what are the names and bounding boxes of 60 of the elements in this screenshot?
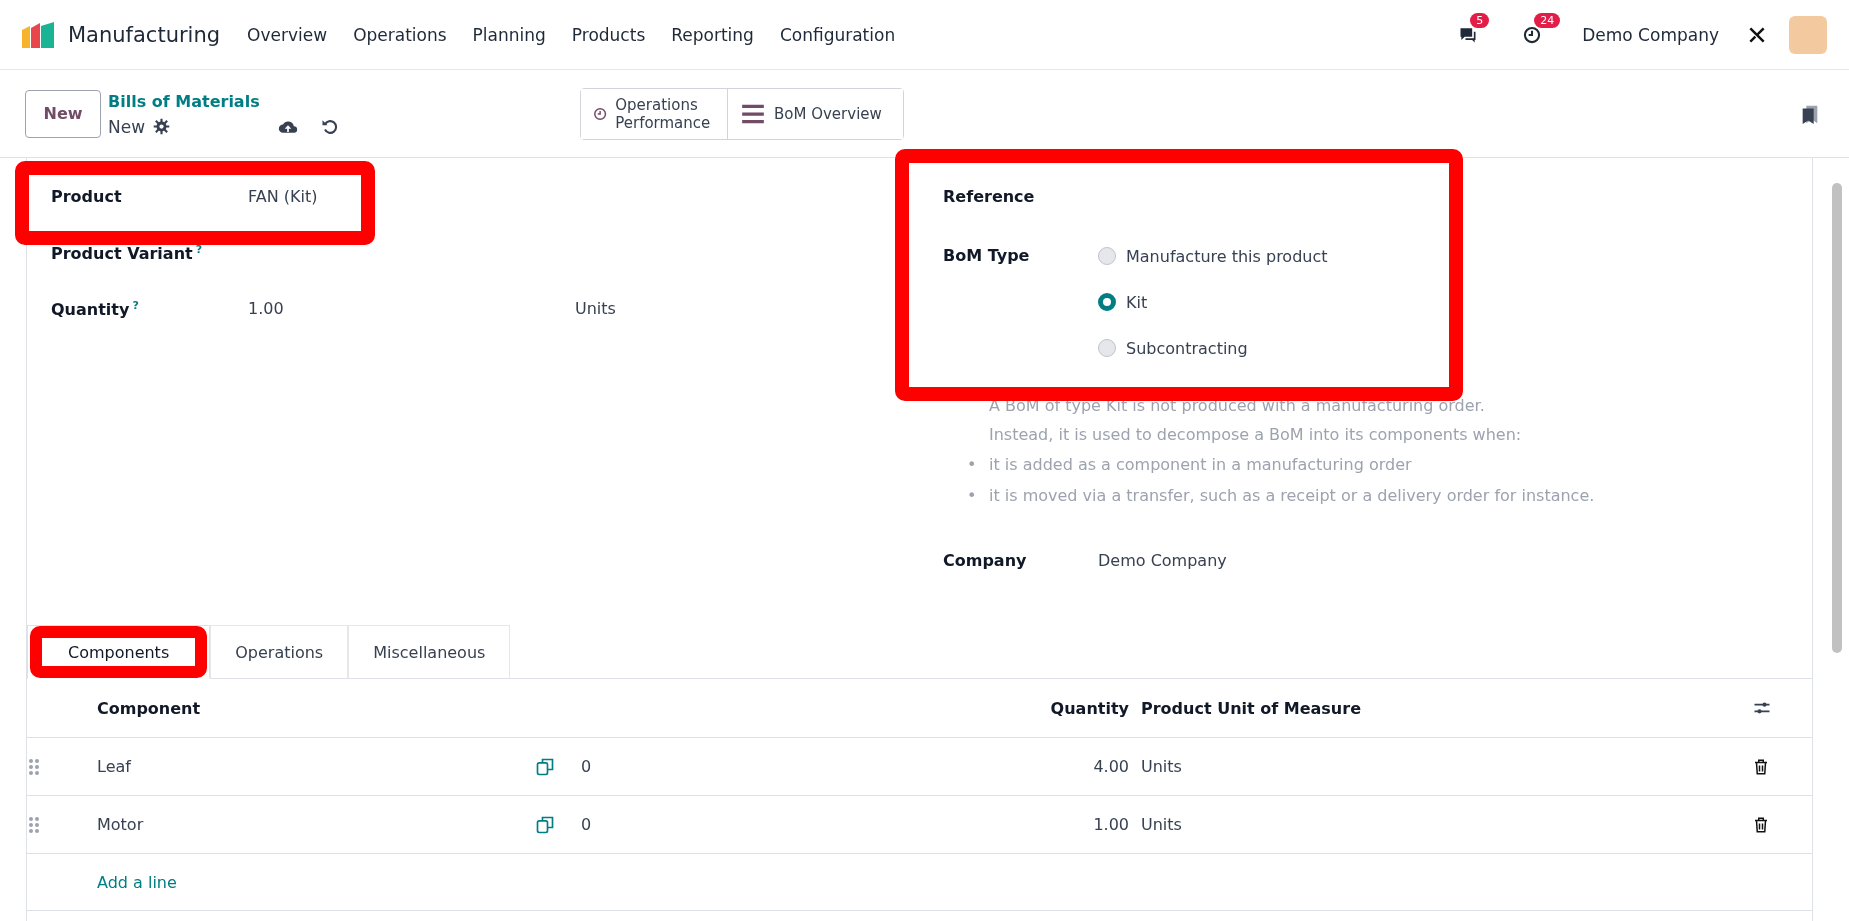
- field-value[interactable]: FAN (Kit): [248, 187, 575, 206]
- record-name: New: [108, 116, 146, 137]
- bullet-marker: •: [967, 485, 977, 507]
- menu-item[interactable]: Reporting: [658, 24, 767, 45]
- radio-icon[interactable]: [1098, 339, 1116, 357]
- table-cell-text: Motor: [96, 815, 145, 834]
- radio-option[interactable]: Kit: [1098, 279, 1148, 325]
- field-label: Reference: [943, 187, 1036, 208]
- help-text: it is moved via a transfer, such as a receipt or a delivery order for instance.: [989, 485, 1595, 507]
- unit-value[interactable]: Units: [575, 299, 943, 318]
- tab[interactable]: Components: [27, 625, 211, 679]
- radio-icon[interactable]: [1098, 293, 1116, 311]
- menu-item[interactable]: Overview: [234, 24, 341, 45]
- table-cell-text: Units: [1140, 815, 1183, 834]
- table-cell-text: Leaf: [96, 757, 133, 776]
- notification-badge: 24: [1534, 12, 1561, 28]
- column-header[interactable]: Component: [85, 698, 535, 718]
- copy-icon[interactable]: [535, 814, 555, 835]
- drag-handle-icon[interactable]: [27, 756, 41, 777]
- menu-item[interactable]: Configuration: [766, 24, 909, 45]
- field-value[interactable]: Demo Company: [1098, 551, 1595, 570]
- radio-option[interactable]: Manufacture this product: [1098, 233, 1328, 279]
- stat-button[interactable]: BoM Overview: [727, 88, 903, 139]
- trash-icon[interactable]: [1752, 815, 1770, 834]
- trash-icon[interactable]: [1752, 757, 1770, 776]
- radio-icon[interactable]: [1098, 247, 1116, 265]
- scrollbar-thumb[interactable]: [1832, 183, 1842, 653]
- tab[interactable]: Miscellaneous: [348, 625, 511, 679]
- table-cell: 4.00: [1093, 757, 1129, 776]
- table-cell-text: Units: [1140, 757, 1183, 776]
- tab[interactable]: Operations: [210, 625, 349, 679]
- table-cell-text: 0: [580, 815, 592, 834]
- help-text: it is added as a component in a manufacturing order: [989, 454, 1412, 476]
- column-header[interactable]: Quantity: [569, 698, 1129, 718]
- copy-icon[interactable]: [535, 756, 555, 777]
- field-label: Quantity $^{?}$: [51, 299, 140, 320]
- table-cell: 1.00: [1093, 815, 1129, 834]
- table-cell-text: 0: [580, 757, 592, 776]
- help-text: Instead, it is used to decompose a BoM into its components when:: [989, 424, 1523, 446]
- drag-handle-icon[interactable]: [27, 814, 41, 835]
- breadcrumb-link[interactable]: Bills of Materials: [108, 90, 260, 113]
- company-switcher[interactable]: Demo Company: [1582, 24, 1719, 45]
- clock-icon[interactable]: [1522, 24, 1543, 45]
- app-logo-icon[interactable]: [20, 19, 56, 50]
- add-line-link[interactable]: Add a line: [27, 854, 1812, 911]
- radio-option[interactable]: Subcontracting: [1098, 325, 1248, 371]
- menu-item[interactable]: Planning: [459, 24, 559, 45]
- menu-item[interactable]: Products: [558, 24, 659, 45]
- bullet-marker: •: [967, 454, 977, 476]
- gear-icon[interactable]: [153, 118, 171, 135]
- field-label: BoM Type: [943, 245, 1031, 267]
- field-label: Company: [943, 551, 1028, 570]
- field-label: Product: [51, 187, 123, 206]
- app-name[interactable]: Manufacturing: [68, 22, 221, 47]
- column-header[interactable]: Product Unit of Measure: [1129, 698, 1752, 718]
- field-label: Product Variant $^{?}$: [51, 243, 204, 264]
- field-value[interactable]: 1.00: [248, 299, 575, 318]
- notification-badge: 5: [1470, 12, 1490, 28]
- new-button[interactable]: New: [25, 89, 101, 138]
- menu-item[interactable]: Operations: [340, 24, 460, 45]
